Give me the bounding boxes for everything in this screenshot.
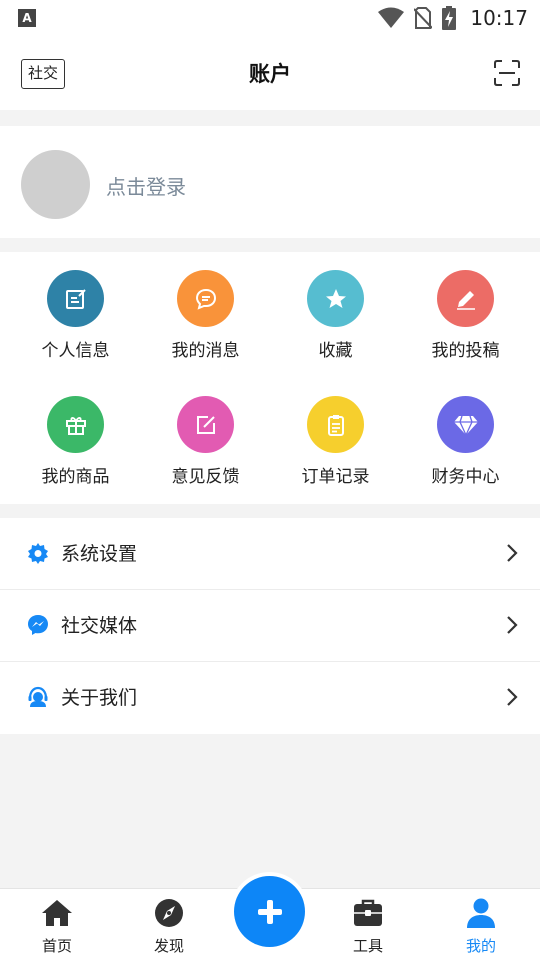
grid-item-products[interactable]: 我的商品 <box>8 378 143 488</box>
plus-icon <box>257 899 282 924</box>
settings-menu: 系统设置 社交媒体 关于我们 <box>0 518 540 734</box>
user-icon <box>467 898 495 928</box>
add-button[interactable] <box>234 876 305 947</box>
grid-item-feedback[interactable]: 意见反馈 <box>138 378 273 488</box>
battery-charging-icon <box>442 6 457 30</box>
grid-item-submissions[interactable]: 我的投稿 <box>398 252 533 362</box>
grid-item-finance[interactable]: 财务中心 <box>398 378 533 488</box>
pencil-icon <box>437 270 494 327</box>
login-card[interactable]: 点击登录 <box>0 126 540 238</box>
tab-label: 首页 <box>41 937 72 955</box>
gear-icon <box>28 543 48 564</box>
feature-grid: 个人信息 我的消息 收藏 我的投稿 我的商品 意见反馈 订单记录 财务中心 <box>0 252 540 504</box>
menu-item-social-media[interactable]: 社交媒体 <box>0 590 540 661</box>
menu-label: 系统设置 <box>61 543 138 565</box>
grid-label: 意见反馈 <box>171 467 240 487</box>
avatar[interactable] <box>21 150 90 219</box>
tab-mine[interactable]: 我的 <box>436 897 526 957</box>
messenger-icon <box>28 615 48 635</box>
header: 社交 账户 <box>0 36 540 110</box>
diamond-icon <box>437 396 494 453</box>
headset-icon <box>28 686 48 707</box>
edit-profile-icon <box>47 270 104 327</box>
grid-item-favorites[interactable]: 收藏 <box>268 252 403 362</box>
compass-icon <box>155 899 183 927</box>
star-icon <box>307 270 364 327</box>
tab-label: 发现 <box>153 937 184 955</box>
toolbox-icon <box>354 899 382 926</box>
grid-label: 我的投稿 <box>431 341 500 361</box>
grid-item-orders[interactable]: 订单记录 <box>268 378 403 488</box>
clipboard-icon <box>307 396 364 453</box>
login-prompt[interactable]: 点击登录 <box>106 171 186 200</box>
home-icon <box>42 900 72 926</box>
notification-badge: A <box>18 9 36 27</box>
scan-icon[interactable] <box>494 60 520 86</box>
menu-item-system-settings[interactable]: 系统设置 <box>0 518 540 589</box>
tab-home[interactable]: 首页 <box>12 897 102 957</box>
gift-icon <box>47 396 104 453</box>
menu-label: 社交媒体 <box>61 615 138 637</box>
grid-label: 个人信息 <box>41 341 110 361</box>
message-icon <box>177 270 234 327</box>
grid-label: 我的消息 <box>171 341 240 361</box>
status-time: 10:17 <box>470 6 528 30</box>
tab-tools[interactable]: 工具 <box>323 897 413 957</box>
page-title: 账户 <box>249 62 291 86</box>
wifi-icon <box>378 7 405 28</box>
chevron-right-icon <box>507 616 518 634</box>
grid-label: 收藏 <box>318 341 353 361</box>
no-sim-icon <box>414 7 433 29</box>
grid-item-profile[interactable]: 个人信息 <box>8 252 143 362</box>
tab-label: 我的 <box>465 937 496 955</box>
tab-label: 工具 <box>352 937 383 955</box>
tab-discover[interactable]: 发现 <box>124 897 214 957</box>
chevron-right-icon <box>507 688 518 706</box>
grid-label: 财务中心 <box>431 467 500 487</box>
status-icons: 10:17 <box>378 4 528 32</box>
menu-item-about-us[interactable]: 关于我们 <box>0 662 540 733</box>
menu-label: 关于我们 <box>61 687 138 709</box>
status-bar: A 10:17 <box>0 0 540 36</box>
grid-label: 订单记录 <box>301 467 370 487</box>
grid-label: 我的商品 <box>41 467 110 487</box>
chevron-right-icon <box>507 544 518 562</box>
grid-item-messages[interactable]: 我的消息 <box>138 252 273 362</box>
feedback-icon <box>177 396 234 453</box>
